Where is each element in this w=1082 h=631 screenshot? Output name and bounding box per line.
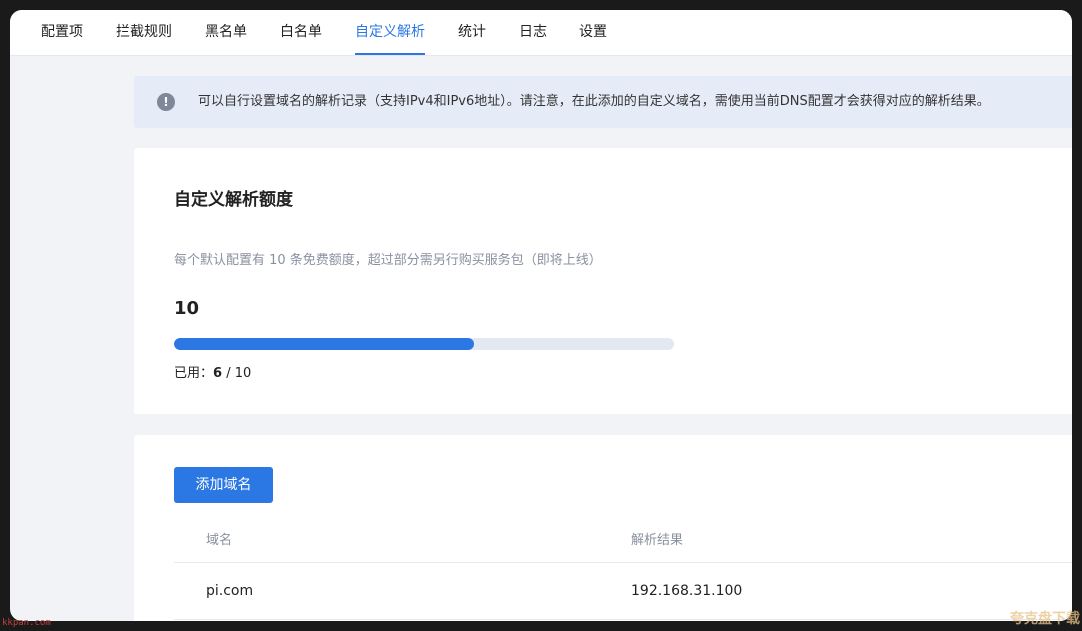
quota-card: 自定义解析额度 每个默认配置有 10 条免费额度，超过部分需另行购买服务包（即将… [134,148,1072,414]
quota-used: 已用：6 / 10 [174,362,251,381]
quota-progress-bar [174,338,674,350]
column-header-domain: 域名 [206,533,233,548]
tab-config[interactable]: 配置项 [41,10,83,55]
records-card: 添加域名 域名 解析结果 pi.com 192.168.31.100 [134,435,1072,621]
exclamation-circle-icon: ! [157,93,175,111]
quota-used-label: 已用： [174,366,214,381]
tab-statistics[interactable]: 统计 [458,10,486,55]
tab-blacklist[interactable]: 黑名单 [205,10,247,55]
tab-bar: 配置项 拦截规则 黑名单 白名单 自定义解析 统计 日志 设置 [10,10,1072,56]
quota-progress-fill [174,338,474,350]
add-domain-button[interactable]: 添加域名 [174,467,273,503]
tab-block-rules[interactable]: 拦截规则 [116,10,172,55]
watermark-right: 夸克盘下载 [1010,611,1080,627]
notice-banner: ! 可以自行设置域名的解析记录（支持IPv4和IPv6地址）。请注意，在此添加的… [134,76,1072,128]
quota-title: 自定义解析额度 [174,190,293,210]
column-header-result: 解析结果 [631,533,684,548]
quota-limit: 10 [234,366,252,381]
quota-separator: / [222,366,235,381]
tab-logs[interactable]: 日志 [519,10,547,55]
tab-settings[interactable]: 设置 [579,10,607,55]
quota-total: 10 [174,298,200,319]
quota-used-count: 6 [213,366,223,381]
watermark-left: kkpan.com [2,618,51,628]
row-result: 192.168.31.100 [631,583,743,599]
records-table: 域名 解析结果 pi.com 192.168.31.100 [174,520,1072,620]
notice-text: 可以自行设置域名的解析记录（支持IPv4和IPv6地址）。请注意，在此添加的自定… [198,94,990,109]
table-row[interactable]: pi.com 192.168.31.100 [174,563,1072,620]
tab-custom-resolve[interactable]: 自定义解析 [355,10,425,55]
app-window: 配置项 拦截规则 黑名单 白名单 自定义解析 统计 日志 设置 ! 可以自行设置… [10,10,1072,621]
tab-whitelist[interactable]: 白名单 [280,10,322,55]
row-domain: pi.com [206,583,254,599]
table-header: 域名 解析结果 [174,520,1072,563]
quota-description: 每个默认配置有 10 条免费额度，超过部分需另行购买服务包（即将上线） [174,253,602,268]
